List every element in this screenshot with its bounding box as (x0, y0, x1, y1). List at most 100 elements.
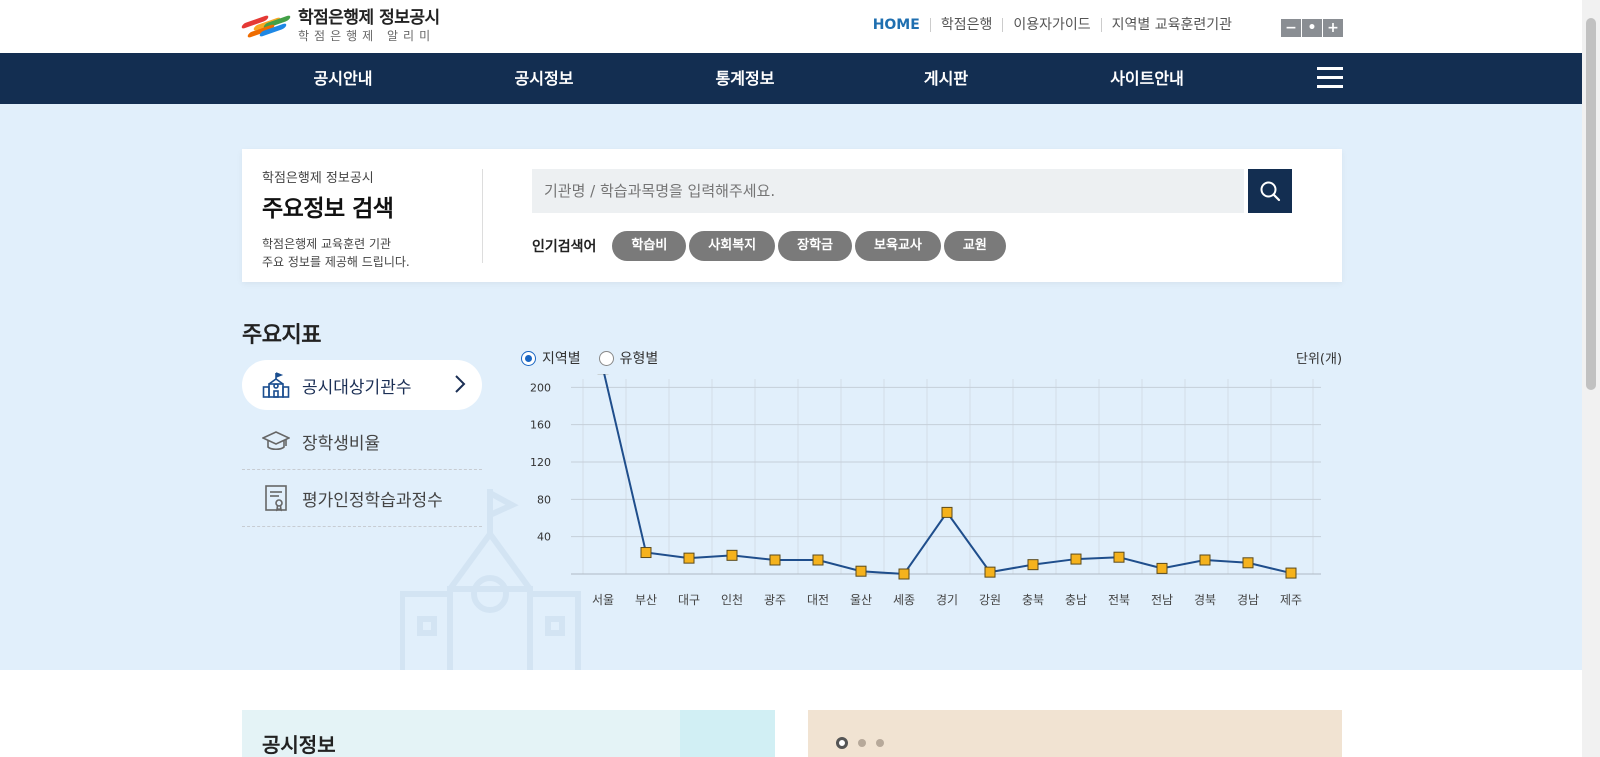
home-link[interactable]: HOME (863, 18, 930, 32)
search-button[interactable] (1248, 169, 1292, 213)
keyword-tag[interactable]: 사회복지 (689, 231, 776, 261)
x-tick-label: 세종 (893, 593, 915, 607)
logo-subtitle: 학점은행제 알리미 (298, 29, 436, 43)
x-tick-label: 전남 (1151, 593, 1173, 607)
data-point[interactable] (1285, 567, 1297, 579)
certificate-icon (265, 485, 287, 512)
banner-slider (808, 710, 1342, 757)
keyword-tag[interactable]: 학습비 (612, 231, 687, 261)
indicator-label: 공시대상기관수 (302, 377, 412, 398)
x-tick-label: 광주 (764, 593, 786, 607)
popular-keywords: 인기검색어 학습비 사회복지 장학금 보육교사 교원 (532, 231, 1009, 261)
data-point[interactable] (1156, 562, 1168, 574)
data-point[interactable] (855, 565, 867, 577)
x-tick-label: 경북 (1194, 593, 1216, 607)
x-tick-label: 부산 (635, 593, 657, 607)
scrollbar[interactable] (1582, 0, 1600, 757)
data-point[interactable] (1027, 559, 1039, 571)
indicator-courses[interactable]: 평가인정학습과정수 (242, 470, 482, 527)
slider-dot[interactable] (876, 739, 884, 747)
radio-region[interactable] (521, 350, 536, 366)
indicator-scholarship[interactable]: 장학생비율 (242, 413, 482, 470)
search-icon (1260, 181, 1281, 202)
slider-pagination (836, 737, 884, 749)
user-guide-link[interactable]: 이용자가이드 (1002, 18, 1100, 32)
x-tick-label: 경기 (936, 593, 958, 607)
x-tick-label: 경남 (1237, 593, 1259, 607)
search-eyebrow: 학점은행제 정보공시 (262, 171, 374, 186)
nav-statistics[interactable]: 통계정보 (675, 53, 815, 104)
chart-mode-selector: 지역별 유형별 (521, 348, 658, 368)
zoom-out-button[interactable]: − (1281, 19, 1301, 37)
popular-label: 인기검색어 (532, 239, 597, 255)
search-title: 주요정보 검색 (262, 196, 394, 222)
x-tick-label: 제주 (1280, 593, 1302, 607)
indicator-institutions[interactable]: 공시대상기관수 (242, 360, 482, 410)
top-header: 학점은행제 정보공시 학점은행제 알리미 HOME 학점은행 이용자가이드 지역… (0, 0, 1582, 53)
y-tick-label: 40 (537, 531, 551, 544)
slider-dot[interactable] (836, 737, 848, 749)
x-tick-label: 서울 (592, 593, 614, 607)
data-point[interactable] (683, 552, 695, 564)
divider (482, 169, 483, 263)
site-logo[interactable]: 학점은행제 정보공시 학점은행제 알리미 (241, 8, 440, 43)
line-chart: 40 80 120 160 200 서울 부산 대구 인천 광주 대전 울산 세종 경기 강원 충북 충남 전북 전… (530, 374, 1321, 607)
hamburger-menu-icon[interactable] (1317, 67, 1343, 89)
data-point[interactable] (898, 568, 910, 580)
x-tick-label: 대전 (807, 593, 829, 607)
data-point[interactable] (1199, 554, 1211, 566)
search-panel: 학점은행제 정보공시 주요정보 검색 학점은행제 교육훈련 기관 주요 정보를 … (242, 149, 1342, 282)
data-point[interactable] (941, 506, 953, 518)
disclosure-info-card: 공시정보 (242, 710, 775, 757)
data-point[interactable] (1070, 553, 1082, 565)
x-tick-label: 전북 (1108, 593, 1130, 607)
radio-type[interactable] (598, 350, 614, 366)
data-point[interactable] (640, 547, 652, 559)
keyword-tag[interactable]: 교원 (943, 231, 1006, 261)
unit-label: 단위(개) (1296, 352, 1343, 367)
indicator-label: 평가인정학습과정수 (302, 490, 443, 511)
data-point[interactable] (769, 554, 781, 566)
nav-disclosure-guide[interactable]: 공시안내 (273, 53, 413, 104)
search-desc-line1: 학점은행제 교육훈련 기관 (262, 237, 392, 251)
nav-site-guide[interactable]: 사이트안내 (1077, 53, 1217, 104)
zoom-controls: − • + (1281, 19, 1343, 37)
x-tick-label: 강원 (979, 593, 1001, 607)
nav-disclosure-info[interactable]: 공시정보 (474, 53, 614, 104)
x-tick-label: 대구 (678, 593, 700, 607)
search-input[interactable] (532, 169, 1244, 213)
school-icon (262, 372, 290, 398)
radio-type-label[interactable]: 유형별 (620, 348, 659, 368)
data-point[interactable] (726, 549, 738, 561)
series-line (603, 374, 1292, 576)
chevron-right-icon (455, 375, 466, 393)
data-point[interactable] (1242, 557, 1254, 569)
x-tick-label: 울산 (850, 593, 872, 607)
credit-bank-link[interactable]: 학점은행 (929, 18, 1003, 32)
indicators-menu: 공시대상기관수 장학생비율 평가인정학습과정수 (242, 360, 482, 527)
slider-dot[interactable] (858, 739, 866, 747)
indicators-title: 주요지표 (242, 323, 321, 348)
card-title: 공시정보 (262, 733, 336, 757)
regional-institutions-link[interactable]: 지역별 교육훈련기관 (1100, 18, 1242, 32)
keyword-tag[interactable]: 장학금 (778, 231, 853, 261)
hero-section: 학점은행제 정보공시 주요정보 검색 학점은행제 교육훈련 기관 주요 정보를 … (0, 104, 1582, 670)
x-tick-label: 인천 (721, 592, 743, 607)
card-illustration (680, 710, 775, 757)
y-tick-label: 80 (537, 493, 551, 506)
x-tick-label: 충북 (1022, 593, 1044, 607)
data-point[interactable] (812, 554, 824, 566)
zoom-reset-button[interactable]: • (1302, 19, 1322, 37)
logo-title: 학점은행제 정보공시 (298, 8, 440, 28)
graduation-cap-icon (262, 431, 290, 451)
data-point[interactable] (1113, 551, 1125, 563)
keyword-tag[interactable]: 보육교사 (855, 231, 941, 261)
scrollbar-thumb[interactable] (1586, 18, 1596, 390)
data-point[interactable] (984, 566, 996, 578)
nav-board[interactable]: 게시판 (876, 53, 1016, 104)
x-tick-label: 충남 (1065, 593, 1087, 607)
search-desc-line2: 주요 정보를 제공해 드립니다. (262, 255, 410, 269)
radio-region-label[interactable]: 지역별 (542, 348, 581, 368)
main-navigation: 공시안내 공시정보 통계정보 게시판 사이트안내 (0, 53, 1582, 104)
zoom-in-button[interactable]: + (1323, 19, 1343, 37)
